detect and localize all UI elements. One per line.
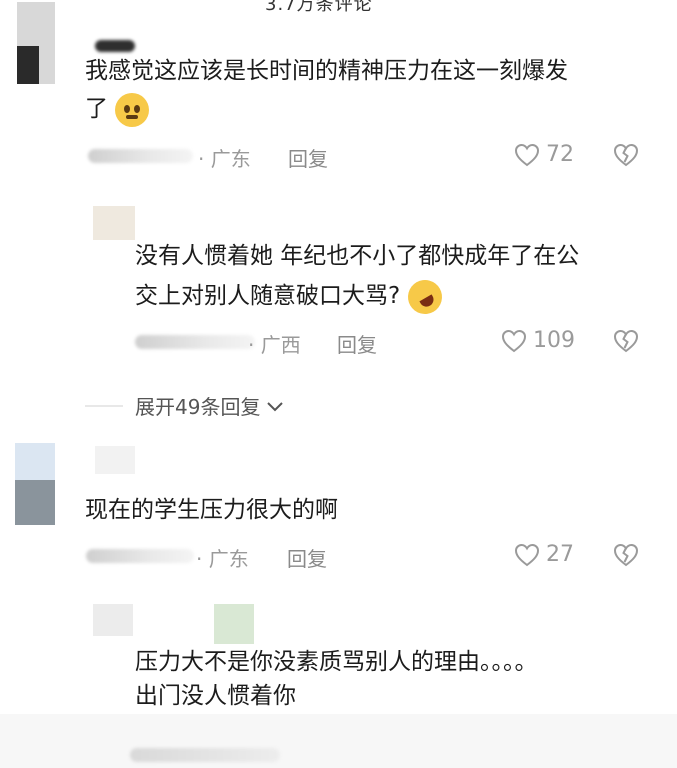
chevron-down-icon	[266, 394, 284, 418]
username-blurred[interactable]	[95, 40, 135, 52]
like-button[interactable]: 27	[514, 542, 574, 567]
dislike-button[interactable]	[612, 543, 640, 567]
expand-replies-button[interactable]: 展开49条回复	[135, 391, 284, 420]
divider	[85, 405, 123, 407]
heart-outline-icon	[501, 329, 527, 353]
pleading-face-emoji	[115, 92, 150, 127]
avatar[interactable]	[93, 206, 135, 240]
username-blurred[interactable]	[135, 335, 255, 349]
comment-text-line2: 了	[85, 96, 108, 122]
reply-text-line2: 出门没人惯着你	[135, 683, 296, 709]
reply-button[interactable]: 回复	[287, 543, 327, 572]
avatar-corner	[17, 46, 39, 84]
reply-text-cont: 出门没人惯着你	[135, 679, 296, 714]
username-blurred	[130, 748, 280, 762]
reply-text-cont: 交上对别人随意破口大骂?	[135, 273, 448, 320]
comment-text: 我感觉这应该是长时间的精神压力在这一刻爆发	[85, 54, 568, 89]
reply-location: · 广西	[248, 333, 301, 357]
like-count: 72	[546, 142, 574, 167]
comment-text-line1: 我感觉这应该是长时间的精神压力在这一刻爆发	[85, 58, 568, 84]
reply-text-line1: 没有人惯着她 年纪也不小了都快成年了在公	[135, 243, 580, 269]
dislike-button[interactable]	[612, 329, 640, 353]
avatar-lower	[15, 480, 55, 525]
reply-text-line2: 交上对别人随意破口大骂?	[135, 283, 401, 309]
bottom-fade	[0, 714, 677, 768]
dislike-button[interactable]	[612, 143, 640, 167]
like-count: 109	[533, 328, 575, 353]
rolling-laughing-emoji	[401, 273, 448, 320]
comment-location: · 广东	[196, 547, 249, 571]
comment-text-line1: 现在的学生压力很大的啊	[85, 497, 338, 523]
reply-text-line1: 压力大不是你没素质骂别人的理由。。。。	[135, 649, 538, 675]
username-blurred[interactable]	[214, 604, 254, 644]
heart-outline-icon	[514, 143, 540, 167]
like-count: 27	[546, 542, 574, 567]
like-button[interactable]: 109	[501, 328, 575, 353]
broken-heart-icon	[612, 329, 640, 353]
comment-text-cont: 了	[85, 92, 150, 127]
broken-heart-icon	[612, 543, 640, 567]
reply-text: 压力大不是你没素质骂别人的理由。。。。	[135, 645, 538, 680]
comments-count-title: 3.7万条评论	[265, 0, 373, 15]
reply-text: 没有人惯着她 年纪也不小了都快成年了在公	[135, 239, 579, 274]
comment-location: · 广东	[198, 147, 251, 171]
username-blurred[interactable]	[86, 549, 194, 563]
avatar[interactable]	[93, 604, 133, 636]
expand-replies-label: 展开49条回复	[135, 395, 261, 419]
reply-button[interactable]: 回复	[337, 329, 377, 358]
heart-outline-icon	[514, 543, 540, 567]
username-blurred[interactable]	[95, 446, 135, 474]
broken-heart-icon	[612, 143, 640, 167]
reply-button[interactable]: 回复	[288, 143, 328, 172]
username-blurred[interactable]	[88, 149, 193, 163]
comment-text: 现在的学生压力很大的啊	[85, 493, 338, 528]
like-button[interactable]: 72	[514, 142, 574, 167]
